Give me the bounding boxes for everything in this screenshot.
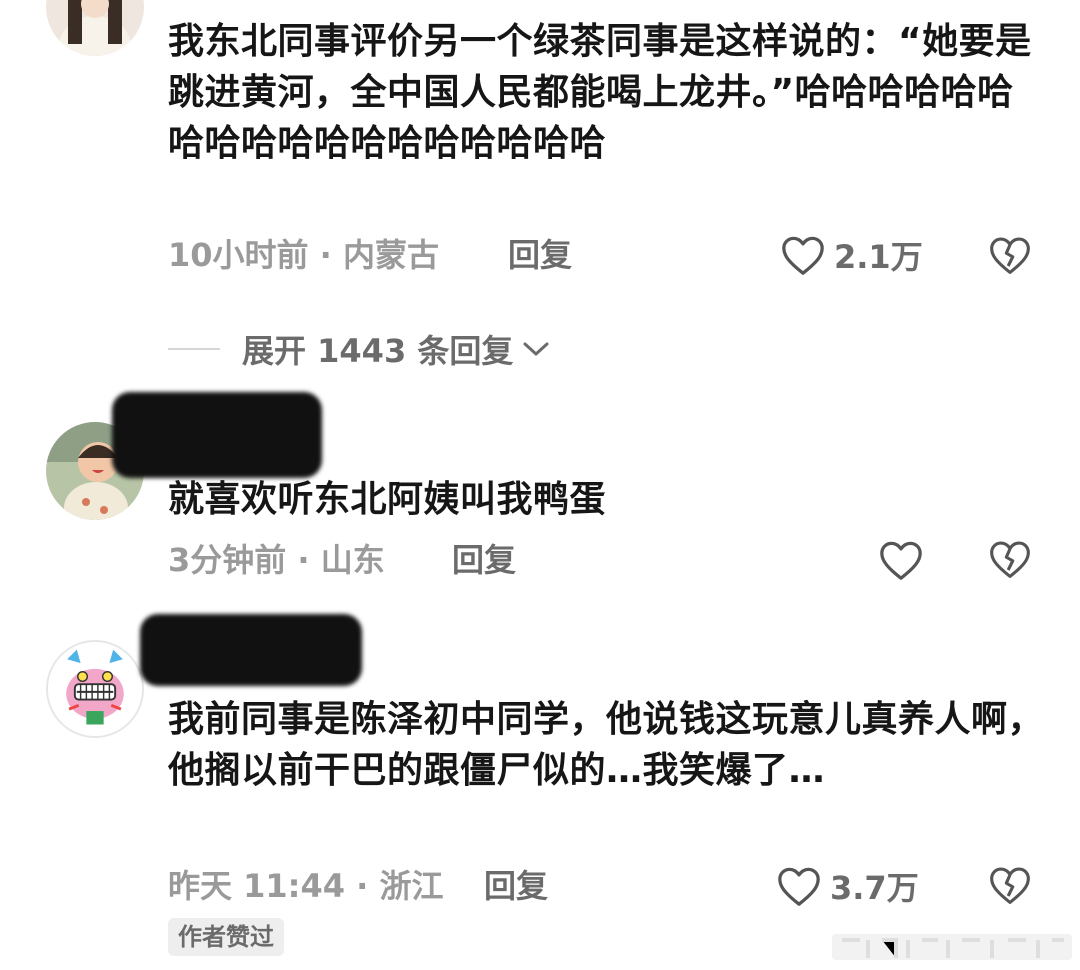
broken-heart-icon: [990, 867, 1030, 904]
divider-line: [168, 348, 220, 350]
comment-meta: 3分钟前 · 山东: [168, 541, 385, 579]
dislike-button[interactable]: [988, 864, 1032, 908]
like-button[interactable]: 2.1万: [780, 232, 923, 278]
like-button[interactable]: 3.7万: [776, 863, 919, 909]
chevron-down-icon: [523, 342, 549, 356]
heart-outline-icon: [880, 541, 922, 580]
broken-heart-icon: [990, 541, 1030, 578]
dislike-button[interactable]: [988, 234, 1032, 278]
like-count: 3.7万: [830, 869, 919, 907]
comment-text: 我前同事是陈泽初中同学，他说钱这玩意儿真养人啊，他搁以前干巴的跟僵尸似的…我笑爆…: [168, 699, 1045, 791]
redacted-username: [140, 614, 362, 686]
author-liked-badge: 作者赞过: [168, 918, 284, 956]
like-button[interactable]: [878, 537, 932, 583]
avatar[interactable]: [46, 640, 144, 738]
expand-replies-button[interactable]: 展开 1443 条回复: [168, 326, 551, 372]
heart-outline-icon: [782, 236, 824, 275]
reply-button[interactable]: 回复: [484, 866, 548, 906]
watermark-graphic: [832, 934, 1072, 960]
like-count: 2.1万: [834, 238, 923, 276]
comment-meta: 昨天 11:44 · 浙江: [168, 867, 444, 905]
reply-button[interactable]: 回复: [452, 540, 516, 580]
expand-replies-label: 展开 1443 条回复: [242, 332, 514, 370]
broken-heart-icon: [990, 237, 1030, 274]
comment-text: 就喜欢听东北阿姨叫我鸭蛋: [168, 479, 607, 520]
comment-meta: 10小时前 · 内蒙古: [168, 236, 439, 274]
redacted-username: [112, 392, 322, 478]
comment-text: 我东北同事评价另一个绿茶同事是这样说的：“她要是跳进黄河，全中国人民都能喝上龙井…: [168, 21, 1032, 164]
dislike-button[interactable]: [988, 538, 1032, 582]
reply-button[interactable]: 回复: [508, 235, 572, 275]
avatar[interactable]: [46, 0, 144, 56]
heart-outline-icon: [778, 867, 820, 906]
